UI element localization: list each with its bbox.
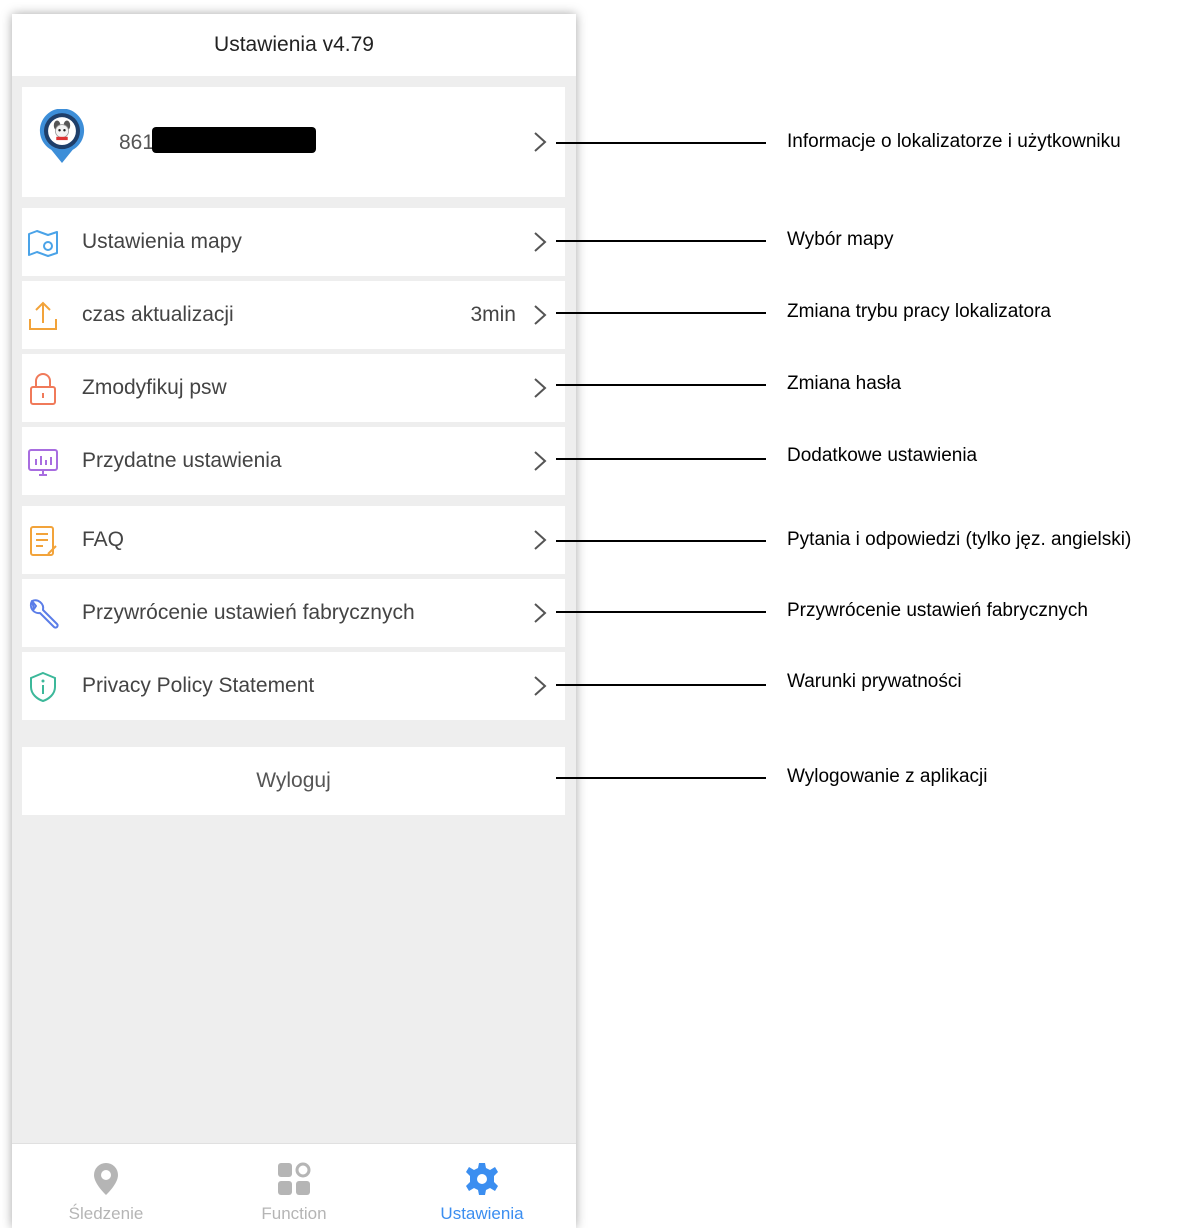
tab-function[interactable]: Function [200, 1144, 388, 1228]
monitor-chart-icon [28, 449, 58, 476]
device-info-card[interactable]: 861 [22, 87, 565, 197]
wrench-icon [29, 599, 59, 629]
annotation-logout: Wylogowanie z aplikacji [787, 766, 988, 787]
shield-info-icon [30, 671, 56, 703]
annotation-line [556, 777, 766, 779]
annotation-useful: Dodatkowe ustawienia [787, 445, 978, 466]
chevron-right-icon [534, 305, 547, 325]
menu-label: Ustawienia mapy [82, 230, 242, 253]
menu-label: Zmodyfikuj psw [82, 376, 227, 399]
annotation-line [556, 540, 766, 542]
menu-item-faq[interactable]: FAQ [22, 506, 565, 574]
menu-item-map-settings[interactable]: Ustawienia mapy [22, 208, 565, 276]
annotation-reset: Przywrócenie ustawień fabrycznych [787, 600, 1088, 621]
annotation-line [556, 384, 766, 386]
menu-label: czas aktualizacji [82, 303, 234, 326]
tab-label: Ustawienia [440, 1204, 524, 1223]
upload-icon [29, 301, 57, 330]
annotation-privacy: Warunki prywatności [787, 671, 962, 692]
annotation-line [556, 684, 766, 686]
tab-label: Function [261, 1204, 327, 1223]
lock-icon [30, 373, 56, 405]
annotation-password: Zmiana hasła [787, 373, 902, 394]
bottom-tab-bar: Śledzenie Function Ustawienia [12, 1143, 576, 1228]
chevron-right-icon [534, 676, 547, 696]
menu-item-useful-settings[interactable]: Przydatne ustawienia [22, 427, 565, 495]
annotation-device: Informacje o lokalizatorze i użytkowniku [787, 131, 1121, 152]
map-icon [28, 230, 58, 257]
menu-label: Privacy Policy Statement [82, 674, 315, 697]
chevron-right-icon [534, 132, 547, 152]
top-bar: Ustawienia v4.79 [12, 14, 576, 76]
phone-screen: Ustawienia v4.79 861 Ustawienia mapy cza… [12, 14, 576, 1228]
logout-label: Wyloguj [256, 769, 331, 792]
chevron-right-icon [534, 232, 547, 252]
tab-tracking[interactable]: Śledzenie [12, 1144, 200, 1228]
chevron-right-icon [534, 603, 547, 623]
tab-settings[interactable]: Ustawienia [388, 1144, 576, 1228]
annotation-line [556, 458, 766, 460]
annotation-line [556, 312, 766, 314]
menu-item-update-time[interactable]: czas aktualizacji 3min [22, 281, 565, 349]
redacted-id-bar [152, 127, 316, 153]
document-list-icon [30, 526, 57, 556]
page-title: Ustawienia v4.79 [214, 33, 374, 56]
menu-item-factory-reset[interactable]: Przywrócenie ustawień fabrycznych [22, 579, 565, 647]
location-pin-icon [94, 1163, 118, 1195]
annotation-faq: Pytania i odpowiedzi (tylko jęz. angiels… [787, 529, 1132, 550]
annotation-map: Wybór mapy [787, 229, 894, 250]
update-time-value: 3min [470, 303, 516, 326]
menu-label: Przydatne ustawienia [82, 449, 282, 472]
annotation-line [556, 611, 766, 613]
tab-label: Śledzenie [68, 1204, 144, 1223]
logout-button[interactable]: Wyloguj [22, 747, 565, 815]
annotation-line [556, 240, 766, 242]
device-avatar-icon [39, 109, 85, 163]
menu-item-modify-password[interactable]: Zmodyfikuj psw [22, 354, 565, 422]
annotation-line [556, 142, 766, 144]
chevron-right-icon [534, 530, 547, 550]
grid-apps-icon [278, 1162, 311, 1195]
annotation-update: Zmiana trybu pracy lokalizatora [787, 301, 1051, 322]
device-id: 861 [119, 131, 155, 154]
menu-label: FAQ [82, 528, 125, 551]
menu-item-privacy[interactable]: Privacy Policy Statement [22, 652, 565, 720]
chevron-right-icon [534, 378, 547, 398]
chevron-right-icon [534, 451, 547, 471]
gear-icon [466, 1163, 498, 1195]
menu-label: Przywrócenie ustawień fabrycznych [82, 601, 415, 624]
